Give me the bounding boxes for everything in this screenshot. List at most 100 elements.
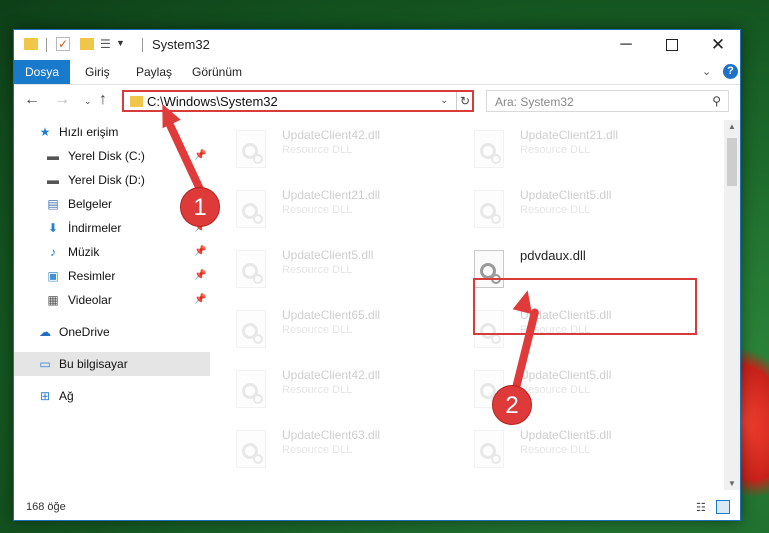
sidebar-item-label: Yerel Disk (D:)	[68, 173, 145, 187]
up-arrow-icon[interactable]: ↑	[99, 91, 107, 109]
file-item[interactable]: UpdateClient63.dll Resource DLL	[234, 426, 454, 474]
file-name: UpdateClient5.dll	[282, 248, 374, 262]
sidebar-item-this-pc[interactable]: ▭ Bu bilgisayar	[14, 352, 210, 376]
properties-check-icon[interactable]: ✓	[56, 37, 70, 51]
sidebar-item-label: Belgeler	[68, 197, 113, 211]
gear-icon	[253, 214, 263, 224]
file-type: Resource DLL	[520, 204, 591, 216]
pin-icon: 📌	[194, 246, 207, 257]
minimize-button[interactable]: ─	[603, 30, 649, 60]
download-icon: ⬇	[47, 221, 59, 235]
file-item[interactable]: UpdateClient5.dll Resource DLL	[234, 246, 454, 294]
tab-share[interactable]: Paylaş	[128, 60, 180, 84]
file-item[interactable]: UpdateClient5.dll Resource DLL	[472, 426, 692, 474]
separator	[46, 38, 47, 52]
file-item[interactable]: UpdateClient42.dll Resource DLL	[234, 366, 454, 414]
sidebar-item-label: Müzik	[68, 245, 100, 259]
large-icons-view-icon[interactable]	[716, 500, 730, 514]
maximize-button[interactable]	[649, 30, 695, 60]
sidebar-item-local-disk-d[interactable]: ▬ Yerel Disk (D:)	[14, 168, 210, 192]
close-button[interactable]: ✕	[695, 30, 741, 60]
status-bar: 168 öğe ☷	[14, 496, 740, 520]
file-name: pdvdaux.dll	[520, 248, 586, 263]
file-item[interactable]: UpdateClient5.dll Resource DLL	[472, 186, 692, 234]
search-input[interactable]: Ara: System32	[495, 95, 574, 109]
dll-file-icon	[474, 190, 504, 228]
dll-file-icon	[236, 370, 266, 408]
file-name: UpdateClient42.dll	[282, 128, 381, 142]
file-item[interactable]: UpdateClient65.dll Resource DLL	[234, 306, 454, 354]
file-name: UpdateClient65.dll	[282, 308, 381, 322]
documents-icon: ▤	[47, 197, 59, 211]
sidebar-item-network[interactable]: ⊞ Ağ	[14, 384, 210, 408]
file-name: UpdateClient63.dll	[282, 428, 381, 442]
gear-icon	[253, 274, 263, 284]
dll-file-icon	[474, 430, 504, 468]
sidebar-item-onedrive[interactable]: ☁ OneDrive	[14, 320, 210, 344]
file-name: UpdateClient5.dll	[520, 188, 612, 202]
sidebar-item-label: Resimler	[68, 269, 116, 283]
cloud-icon: ☁	[39, 325, 51, 339]
gear-icon	[491, 214, 501, 224]
tab-home[interactable]: Giriş	[77, 60, 118, 84]
separator	[142, 38, 143, 52]
tab-view[interactable]: Görünüm	[184, 60, 250, 84]
star-icon: ★	[39, 125, 51, 139]
gear-icon	[253, 454, 263, 464]
dll-file-icon	[236, 190, 266, 228]
ribbon-tabs: Dosya Giriş Paylaş Görünüm ⌄ ?	[14, 60, 740, 85]
sidebar-item-label: Ağ	[59, 389, 74, 403]
file-name: UpdateClient21.dll	[520, 128, 619, 142]
scroll-down-icon[interactable]: ▼	[728, 479, 736, 488]
computer-icon: ▭	[39, 357, 51, 371]
sidebar-item-label: Hızlı erişim	[59, 125, 119, 139]
details-view-icon[interactable]: ☷	[696, 501, 706, 514]
vertical-scrollbar[interactable]: ▲ ▼	[724, 120, 740, 490]
gear-icon	[253, 394, 263, 404]
recent-locations-icon[interactable]: ⌄	[84, 96, 92, 107]
back-arrow-icon[interactable]: ←	[24, 91, 40, 109]
file-type: Resource DLL	[282, 444, 353, 456]
address-dropdown-icon[interactable]: ⌄	[440, 95, 448, 106]
file-type: Resource DLL	[282, 144, 353, 156]
sidebar-item-videos[interactable]: ▦ Videolar 📌	[14, 288, 210, 312]
navigation-bar: ← → ⌄ ↑ C:\Windows\System32 ⌄ ↻ Ara: Sys…	[14, 85, 740, 117]
scrollbar-thumb[interactable]	[727, 138, 737, 186]
sidebar-item-label: OneDrive	[59, 325, 110, 339]
file-type: Resource DLL	[282, 324, 353, 336]
dll-file-icon	[236, 430, 266, 468]
file-type: Resource DLL	[282, 384, 353, 396]
dll-file-icon	[236, 250, 266, 288]
expand-ribbon-icon[interactable]: ⌄	[702, 65, 711, 78]
rename-icon[interactable]: ☰	[100, 37, 114, 51]
sidebar-item-pictures[interactable]: ▣ Resimler 📌	[14, 264, 210, 288]
gear-icon	[491, 154, 501, 164]
sidebar-item-music[interactable]: ♪ Müzik 📌	[14, 240, 210, 264]
new-folder-icon[interactable]	[80, 38, 94, 50]
search-icon[interactable]: ⚲	[712, 94, 721, 108]
drive-icon: ▬	[47, 149, 59, 163]
help-icon[interactable]: ?	[723, 64, 738, 79]
pictures-icon: ▣	[47, 269, 59, 283]
title-bar: ✓ ☰ ▼ System32 ─ ✕	[14, 30, 740, 60]
search-box[interactable]: Ara: System32 ⚲	[486, 90, 729, 112]
dll-file-icon	[474, 130, 504, 168]
file-item[interactable]: UpdateClient21.dll Resource DLL	[472, 126, 692, 174]
refresh-icon[interactable]: ↻	[456, 92, 473, 110]
file-type: Resource DLL	[282, 204, 353, 216]
scroll-up-icon[interactable]: ▲	[728, 122, 736, 131]
file-type: Resource DLL	[282, 264, 353, 276]
file-name: UpdateClient42.dll	[282, 368, 381, 382]
sidebar-item-downloads[interactable]: ⬇ İndirmeler 📌	[14, 216, 210, 240]
gear-icon	[253, 334, 263, 344]
file-item[interactable]: UpdateClient42.dll Resource DLL	[234, 126, 454, 174]
tab-file[interactable]: Dosya	[14, 60, 70, 84]
forward-arrow-icon[interactable]: →	[54, 91, 70, 109]
quick-access-dropdown-icon[interactable]: ▼	[116, 38, 125, 56]
step-badge-2: 2	[492, 385, 532, 425]
file-type: Resource DLL	[520, 384, 591, 396]
file-explorer-window: ✓ ☰ ▼ System32 ─ ✕ Dosya Giriş Paylaş Gö…	[13, 29, 741, 521]
file-item[interactable]: UpdateClient21.dll Resource DLL	[234, 186, 454, 234]
highlight-box	[473, 278, 697, 335]
gear-icon	[253, 154, 263, 164]
